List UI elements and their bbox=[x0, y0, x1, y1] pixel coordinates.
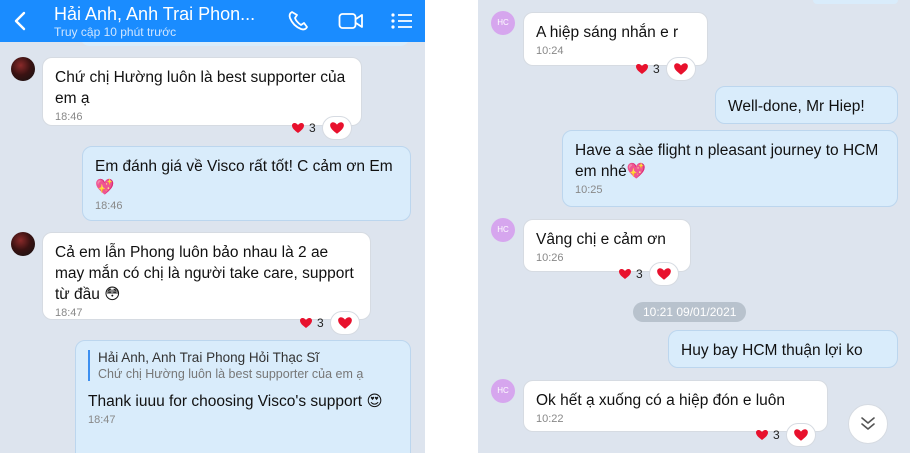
heart-icon bbox=[619, 269, 631, 279]
message-time: 10:25 bbox=[575, 184, 603, 196]
contact-avatar[interactable] bbox=[11, 57, 35, 81]
heart-icon bbox=[329, 122, 344, 134]
reaction-bar[interactable]: 3 bbox=[635, 57, 696, 81]
contact-avatar[interactable]: HC bbox=[491, 11, 515, 35]
reaction-count: 3 bbox=[291, 121, 316, 135]
heart-icon bbox=[756, 430, 768, 440]
chat-title[interactable]: Hải Anh, Anh Trai Phon... bbox=[54, 4, 255, 25]
heart-icon bbox=[337, 317, 352, 329]
quote-text: Chứ chị Hường luôn là best supporter của… bbox=[98, 367, 364, 381]
message-text: Vâng chị e cảm ơn bbox=[536, 231, 666, 248]
message-bubble-outgoing-reply[interactable]: Hải Anh, Anh Trai Phong Hỏi Thạc Sĩ Chứ … bbox=[75, 340, 411, 453]
reaction-bar[interactable]: 3 bbox=[618, 262, 679, 286]
left-chat-panel: Hải Anh, Anh Trai Phon... Truy cập 10 ph… bbox=[0, 0, 425, 453]
message-bubble-outgoing[interactable]: Em đánh giá về Visco rất tốt! C cảm ơn E… bbox=[82, 146, 411, 221]
message-text: Huy bay HCM thuận lợi ko bbox=[681, 342, 863, 359]
menu-list-icon[interactable] bbox=[390, 10, 416, 32]
chevron-double-down-icon bbox=[861, 417, 875, 430]
message-text: Cả em lẫn Phong luôn bảo nhau là 2 ae ma… bbox=[55, 244, 354, 303]
heart-icon bbox=[636, 64, 648, 74]
react-heart-button[interactable] bbox=[648, 262, 679, 286]
react-heart-button[interactable] bbox=[329, 311, 360, 335]
scroll-to-bottom-button[interactable] bbox=[848, 404, 888, 444]
quoted-message[interactable]: Hải Anh, Anh Trai Phong Hỏi Thạc Sĩ Chứ … bbox=[88, 350, 398, 381]
contact-avatar[interactable]: HC bbox=[491, 379, 515, 403]
reaction-bar[interactable]: 3 bbox=[291, 116, 352, 140]
message-bubble-outgoing[interactable]: Well-done, Mr Hiep! bbox=[715, 86, 898, 124]
contact-avatar[interactable]: HC bbox=[491, 218, 515, 242]
message-bubble-incoming[interactable]: Cả em lẫn Phong luôn bảo nhau là 2 ae ma… bbox=[42, 232, 371, 320]
message-time: 10:24 bbox=[536, 45, 564, 57]
heart-icon bbox=[656, 268, 671, 280]
message-text: Have a sàe flight n pleasant journey to … bbox=[575, 142, 879, 180]
reaction-count: 3 bbox=[755, 428, 780, 442]
message-text: Chứ chị Hường luôn là best supporter của… bbox=[55, 69, 346, 107]
chat-status: Truy cập 10 phút trước bbox=[54, 25, 177, 39]
heart-icon bbox=[793, 429, 808, 441]
react-heart-button[interactable] bbox=[665, 57, 696, 81]
heart-icon bbox=[300, 318, 312, 328]
date-separator: 10:21 09/01/2021 bbox=[633, 302, 747, 322]
heart-icon bbox=[673, 63, 688, 75]
message-bubble-outgoing[interactable]: Huy bay HCM thuận lợi ko bbox=[668, 330, 898, 368]
video-call-icon[interactable] bbox=[338, 10, 364, 32]
message-text: Thank iuuu for choosing Visco's support … bbox=[88, 393, 383, 410]
reaction-count: 3 bbox=[299, 316, 324, 330]
reaction-bar[interactable]: 3 bbox=[299, 311, 360, 335]
message-time: 18:47 bbox=[88, 414, 116, 426]
message-bubble-outgoing[interactable]: Have a sàe flight n pleasant journey to … bbox=[562, 130, 898, 207]
message-text: A hiệp sáng nhắn e r bbox=[536, 24, 679, 41]
message-text: Ok hết ạ xuống có a hiệp đón e luôn bbox=[536, 392, 786, 409]
phone-icon[interactable] bbox=[287, 10, 313, 32]
message-text: Em đánh giá về Visco rất tốt! C cảm ơn E… bbox=[95, 158, 393, 196]
react-heart-button[interactable] bbox=[785, 423, 816, 447]
reaction-bar[interactable]: 3 bbox=[755, 423, 816, 447]
back-arrow-icon[interactable] bbox=[10, 9, 32, 33]
quote-author: Hải Anh, Anh Trai Phong Hỏi Thạc Sĩ bbox=[98, 350, 320, 365]
message-time: 18:46 bbox=[95, 200, 123, 212]
chat-header: Hải Anh, Anh Trai Phon... Truy cập 10 ph… bbox=[0, 0, 425, 42]
reaction-count: 3 bbox=[618, 267, 643, 281]
react-heart-button[interactable] bbox=[321, 116, 352, 140]
right-chat-panel: HC A hiệp sáng nhắn e r 10:24 3 Well-don… bbox=[478, 0, 910, 453]
contact-avatar[interactable] bbox=[11, 232, 35, 256]
reaction-count: 3 bbox=[635, 62, 660, 76]
heart-icon bbox=[292, 123, 304, 133]
message-text: Well-done, Mr Hiep! bbox=[728, 98, 865, 115]
previous-message-fragment bbox=[813, 0, 898, 4]
